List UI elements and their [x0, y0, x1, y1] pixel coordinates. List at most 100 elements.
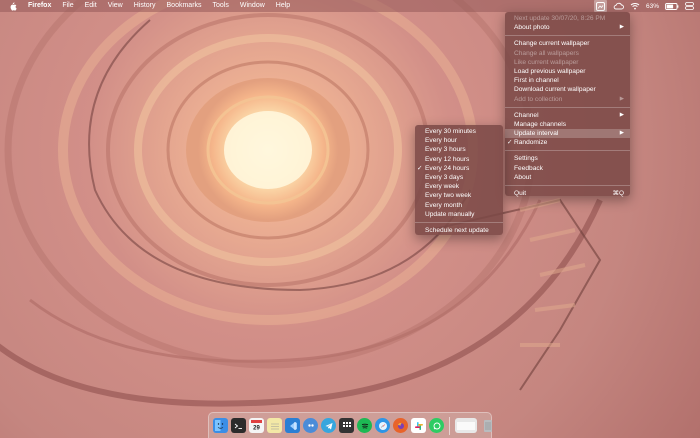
submenu-arrow-icon: ▶ [619, 24, 624, 31]
wallpaper-app-icon[interactable] [593, 0, 607, 12]
menu-edit[interactable]: Edit [85, 0, 97, 12]
battery-percentage: 63% [645, 2, 659, 10]
submenu-arrow-icon: ▶ [619, 130, 624, 137]
update-interval-label: Update interval [514, 130, 559, 138]
menu-item-schedule-next-update[interactable]: Schedule next update [415, 226, 503, 235]
settings-label: Settings [514, 155, 538, 163]
downloads-stack-icon[interactable] [455, 418, 477, 433]
interval-label: Every 3 days [425, 173, 464, 181]
download-current-label: Download current wallpaper [514, 86, 596, 94]
menu-view[interactable]: View [108, 0, 123, 12]
spotify-icon[interactable] [357, 418, 372, 433]
menu-item-first-in-channel[interactable]: First in channel [505, 76, 630, 85]
interval-option-selected[interactable]: ✓ Every 24 hours [415, 164, 503, 173]
update-interval-submenu: Every 30 minutes Every hour Every 3 hour… [415, 125, 503, 235]
menu-file[interactable]: File [62, 0, 73, 12]
menu-item-quit[interactable]: Quit ⌘Q [505, 189, 630, 198]
manage-channels-label: Manage channels [514, 120, 567, 128]
checkmark-icon: ✓ [507, 139, 513, 147]
menu-tools[interactable]: Tools [213, 0, 229, 12]
interval-option[interactable]: Every 12 hours [415, 155, 503, 164]
control-center-icon[interactable] [685, 0, 694, 12]
interval-option[interactable]: Every 3 hours [415, 145, 503, 154]
whatsapp-icon[interactable] [429, 418, 444, 433]
menu-item-like-current-wallpaper: Like current wallpaper [505, 58, 630, 67]
quit-shortcut: ⌘Q [612, 190, 624, 197]
feedback-label: Feedback [514, 164, 543, 172]
menu-item-about[interactable]: About [505, 173, 630, 182]
menu-help[interactable]: Help [276, 0, 290, 12]
dock: 29 [208, 412, 492, 438]
add-to-collection-label: Add to collection [514, 95, 563, 103]
submenu-arrow-icon: ▶ [619, 95, 624, 102]
like-current-label: Like current wallpaper [514, 58, 579, 66]
schedule-next-label: Schedule next update [425, 226, 489, 234]
terminal-icon[interactable] [231, 418, 246, 433]
menu-item-channel[interactable]: Channel ▶ [505, 111, 630, 120]
menu-separator [505, 185, 630, 186]
menu-history[interactable]: History [134, 0, 156, 12]
interval-option[interactable]: Every week [415, 182, 503, 191]
menu-item-about-photo[interactable]: About photo ▶ [505, 23, 630, 32]
about-label: About [514, 173, 532, 181]
apple-icon[interactable] [9, 1, 19, 11]
creative-cloud-icon[interactable] [613, 0, 624, 12]
interval-label: Every two week [425, 192, 472, 200]
menu-item-load-previous-wallpaper[interactable]: Load previous wallpaper [505, 67, 630, 76]
wallpaper-app-menu: Next update 30/07/20, 8:26 PM About phot… [505, 12, 630, 198]
menu-item-randomize[interactable]: ✓ Randomize [505, 138, 630, 147]
menu-window[interactable]: Window [240, 0, 265, 12]
menu-separator [505, 150, 630, 152]
dock-divider [449, 416, 450, 435]
menu-bookmarks[interactable]: Bookmarks [167, 0, 202, 12]
app-store-icon[interactable] [339, 418, 354, 433]
interval-label: Every 3 hours [425, 146, 466, 154]
vscode-icon[interactable] [285, 418, 300, 433]
interval-option[interactable]: Every 3 days [415, 173, 503, 182]
menu-item-update-interval[interactable]: Update interval ▶ [505, 129, 630, 139]
menu-item-download-current-wallpaper[interactable]: Download current wallpaper [505, 85, 630, 94]
wifi-icon[interactable] [630, 0, 640, 12]
menu-item-manage-channels[interactable]: Manage channels [505, 120, 630, 129]
about-photo-label: About photo [514, 24, 550, 32]
menu-item-next-update: Next update 30/07/20, 8:26 PM [505, 14, 630, 23]
finder-icon[interactable] [213, 418, 228, 433]
battery-icon[interactable] [665, 0, 679, 12]
change-current-label: Change current wallpaper [514, 40, 590, 48]
interval-option[interactable]: Every 30 minutes [415, 127, 503, 136]
telegram-icon[interactable] [321, 418, 336, 433]
interval-option[interactable]: Every hour [415, 136, 503, 145]
notes-icon[interactable] [267, 418, 282, 433]
firefox-icon[interactable] [393, 418, 408, 433]
menu-item-feedback[interactable]: Feedback [505, 164, 630, 173]
interval-label: Update manually [425, 210, 475, 218]
menu-item-settings[interactable]: Settings [505, 154, 630, 163]
interval-label: Every month [425, 201, 463, 209]
menu-separator [505, 35, 630, 37]
tweetbot-icon[interactable] [303, 418, 318, 433]
menu-bar: Firefox File Edit View History Bookmarks… [0, 0, 700, 12]
trash-icon[interactable] [480, 418, 495, 433]
interval-label: Every 30 minutes [425, 128, 476, 135]
menu-separator [415, 221, 503, 223]
interval-option[interactable]: Every month [415, 201, 503, 210]
interval-option[interactable]: Update manually [415, 210, 503, 219]
interval-label: Every hour [425, 137, 457, 145]
safari-icon[interactable] [375, 418, 390, 433]
slack-icon[interactable] [411, 418, 426, 433]
status-area: 63% [593, 0, 694, 12]
quit-label: Quit [514, 190, 527, 197]
interval-label: Every 24 hours [425, 164, 470, 172]
svg-text:29: 29 [253, 426, 260, 432]
menu-item-change-current-wallpaper[interactable]: Change current wallpaper [505, 39, 630, 48]
menu-separator [505, 106, 630, 108]
channel-label: Channel [514, 111, 539, 119]
menu-app-name[interactable]: Firefox [28, 0, 51, 12]
next-update-label: Next update 30/07/20, 8:26 PM [514, 15, 606, 22]
first-in-channel-label: First in channel [514, 77, 559, 85]
menu-item-add-to-collection: Add to collection ▶ [505, 95, 630, 104]
load-previous-label: Load previous wallpaper [514, 67, 586, 75]
interval-option[interactable]: Every two week [415, 191, 503, 200]
checkmark-icon: ✓ [417, 164, 423, 172]
calendar-icon[interactable]: 29 [249, 418, 264, 433]
